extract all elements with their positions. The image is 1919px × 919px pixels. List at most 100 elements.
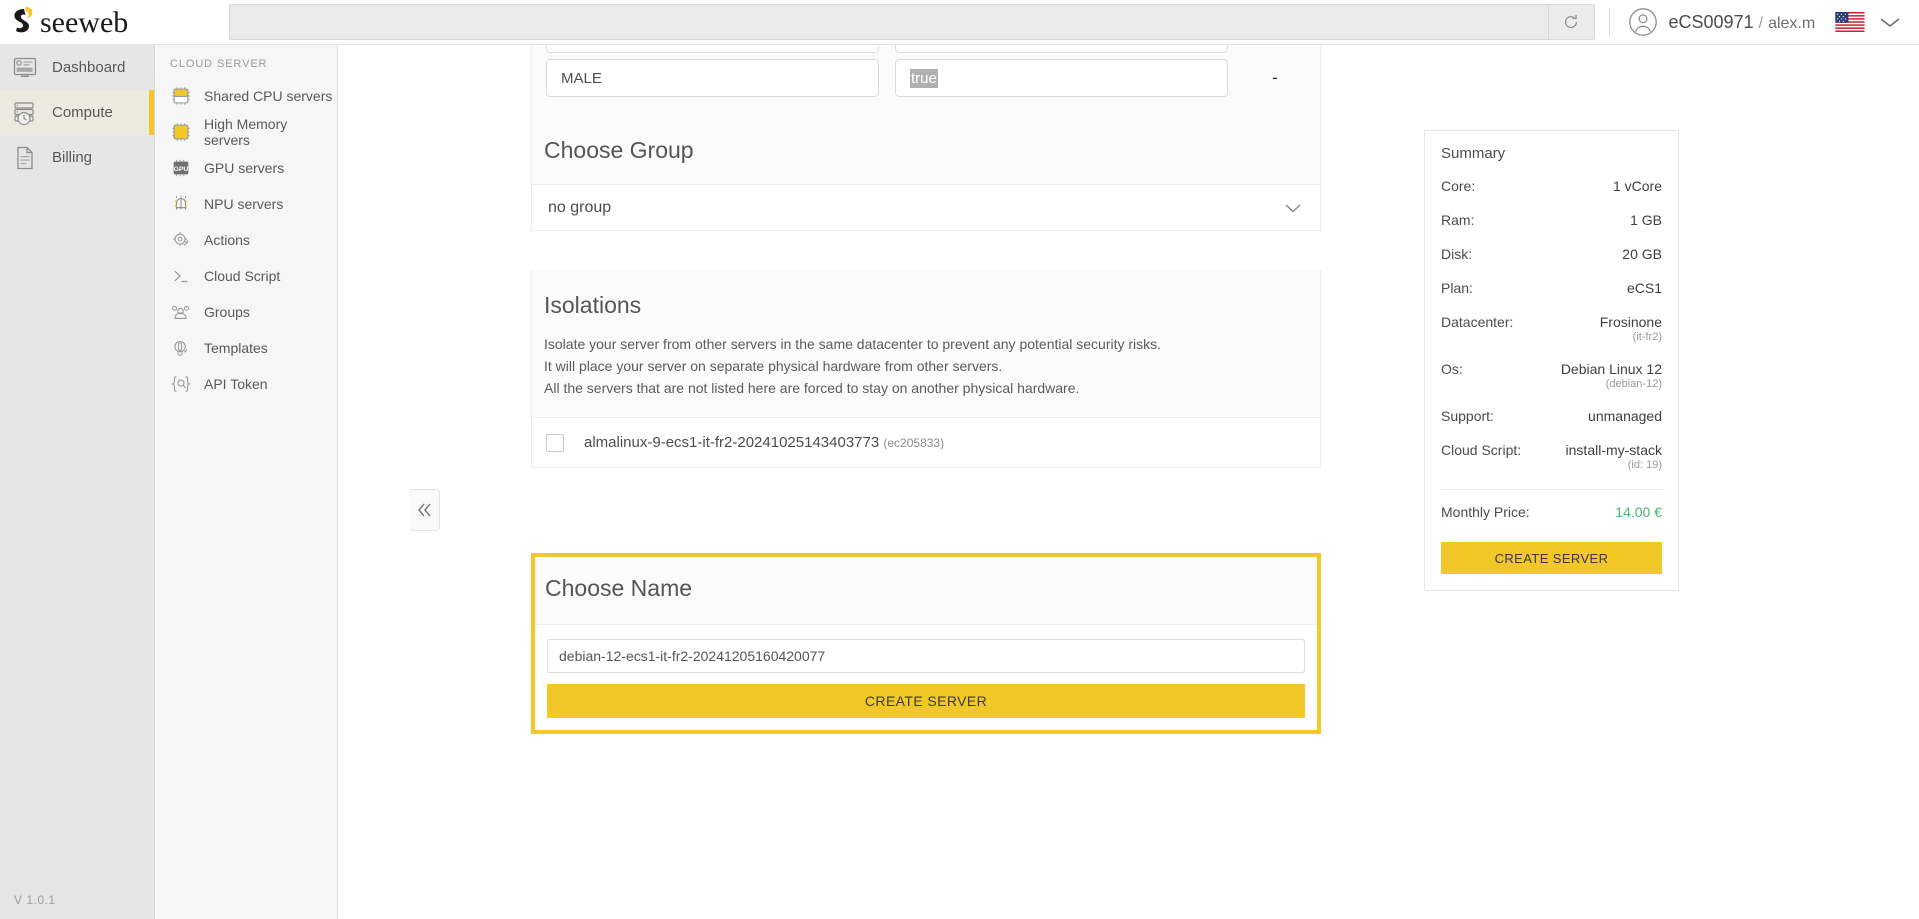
create-server-button-main[interactable]: CREATE SERVER — [547, 684, 1305, 718]
account-separator: / — [1758, 14, 1764, 32]
choose-group-heading: Choose Group — [544, 137, 694, 163]
sidebar-item-billing[interactable]: Billing — [0, 135, 154, 180]
chevron-down-icon — [1285, 203, 1301, 213]
summary-key: Os: — [1441, 361, 1463, 377]
summary-row-support: Support: unmanaged — [1441, 408, 1662, 424]
summary-value: install-my-stack (id: 19) — [1566, 442, 1662, 471]
group-select[interactable]: no group — [532, 184, 1320, 230]
isolation-row[interactable]: almalinux-9-ecs1-it-fr2-2024102514340377… — [532, 417, 1320, 467]
app-version: V 1.0.1 — [14, 893, 56, 907]
sidebar-item-label: Compute — [52, 104, 113, 121]
sidebar-item-compute[interactable]: Compute — [0, 90, 154, 135]
templates-icon — [174, 340, 188, 356]
choose-name-body: CREATE SERVER — [535, 624, 1317, 730]
summary-value-main: install-my-stack — [1565, 442, 1662, 458]
isolations-desc-line-3: All the servers that are not listed here… — [544, 380, 1080, 396]
form-row: MALE true - — [546, 59, 1306, 97]
top-bar: seeweb eCS00971 / alex.m — [0, 0, 1919, 45]
search-input[interactable] — [230, 5, 1548, 39]
refresh-button[interactable] — [1547, 5, 1594, 39]
gender-field[interactable]: MALE — [546, 59, 879, 97]
summary-value-main: Debian Linux 12 — [1560, 361, 1662, 377]
sidebar-item-label: Dashboard — [52, 59, 126, 76]
summary-value: 20 GB — [1622, 246, 1662, 262]
subnav-item-gpu-servers[interactable]: GPU GPU servers — [156, 150, 337, 186]
cpu-chip-icon — [172, 87, 190, 105]
subnav-item-label: High Memory servers — [204, 116, 288, 148]
summary-value: Frosinone (it-fr2) — [1600, 314, 1662, 343]
isolations-description: Isolate your server from other servers i… — [532, 333, 1320, 417]
isolation-server-name: almalinux-9-ecs1-it-fr2-2024102514340377… — [584, 434, 880, 451]
isolation-server-id: (ec205833) — [883, 436, 945, 450]
summary-divider — [1441, 489, 1662, 490]
subnav-item-label: Groups — [204, 304, 250, 320]
boolean-field-value: true — [910, 68, 938, 88]
partial-field-left[interactable] — [546, 45, 879, 53]
summary-row-price: Monthly Price: 14.00 € — [1441, 504, 1662, 520]
subnav-item-label: API Token — [204, 376, 268, 392]
summary-value: 1 GB — [1630, 212, 1662, 228]
boolean-field[interactable]: true — [895, 59, 1228, 97]
server-clock-icon — [14, 101, 34, 125]
chevron-down-icon[interactable] — [1877, 14, 1903, 30]
main-content: MALE true - Choose Group no group Isolat… — [339, 45, 1919, 919]
subnav-item-npu-servers[interactable]: NPU servers — [156, 186, 337, 222]
subnav-item-label: Cloud Script — [204, 268, 281, 284]
subnav-item-label: NPU servers — [204, 196, 284, 212]
remove-row-button[interactable]: - — [1244, 59, 1306, 97]
subnav-item-label: Shared CPU servers — [204, 88, 333, 104]
account-label: eCS00971 / alex.m — [1669, 12, 1816, 33]
summary-title: Summary — [1441, 145, 1506, 162]
account-user: alex.m — [1768, 14, 1816, 32]
isolations-desc-line-2: It will place your server on separate ph… — [544, 358, 1003, 374]
seeweb-logo-icon: seeweb — [14, 6, 128, 39]
sidebar-item-label: Billing — [52, 149, 93, 166]
create-server-button-summary[interactable]: CREATE SERVER — [1441, 542, 1662, 574]
terminal-icon — [174, 270, 188, 283]
summary-key: Ram: — [1441, 212, 1475, 228]
seeweb-logo[interactable]: seeweb — [0, 0, 189, 45]
isolations-heading: Isolations — [544, 292, 642, 318]
gender-field-value: MALE — [561, 69, 602, 87]
summary-key: Datacenter: — [1441, 314, 1514, 330]
subnav-item-label: Templates — [204, 340, 268, 356]
subnav-item-label: GPU servers — [204, 160, 285, 176]
subnav-item-templates[interactable]: Templates — [156, 330, 337, 366]
actions-gear-icon — [173, 232, 189, 247]
subnav-item-groups[interactable]: Groups — [156, 294, 337, 330]
summary-value: unmanaged — [1588, 408, 1662, 424]
groups-icon — [172, 305, 190, 319]
isolation-label: almalinux-9-ecs1-it-fr2-2024102514340377… — [584, 434, 944, 451]
summary-key: Cloud Script: — [1441, 442, 1522, 458]
isolation-checkbox[interactable] — [546, 433, 564, 452]
summary-value: Debian Linux 12 (debian-12) — [1561, 361, 1662, 390]
subnav-item-api-token[interactable]: API Token — [156, 366, 337, 402]
server-name-input[interactable] — [547, 639, 1305, 673]
memory-chip-icon — [172, 123, 190, 141]
partial-field-right[interactable] — [895, 45, 1228, 53]
sidebar-collapse-button[interactable] — [410, 489, 440, 531]
npu-icon — [174, 195, 188, 210]
sidebar-item-dashboard[interactable]: Dashboard — [0, 45, 154, 90]
summary-card: Summary Core: 1 vCore Ram: 1 GB Disk: 20… — [1424, 130, 1679, 591]
subnav-item-shared-cpu-servers[interactable]: Shared CPU servers — [156, 78, 337, 114]
summary-row-ram: Ram: 1 GB — [1441, 212, 1662, 228]
gpu-icon: GPU — [174, 159, 189, 177]
us-flag-icon[interactable] — [1835, 12, 1865, 32]
choose-group-section: Choose Group no group — [531, 115, 1321, 231]
price-value: 14.00 € — [1615, 504, 1662, 520]
dashboard-icon — [13, 57, 37, 77]
subnav-item-high-memory-servers[interactable]: High Memory servers — [156, 114, 337, 150]
account-id: eCS00971 — [1668, 11, 1754, 32]
summary-value-main: Frosinone — [1599, 314, 1662, 330]
summary-row-plan: Plan: eCS1 — [1441, 280, 1662, 296]
account-menu[interactable]: eCS00971 / alex.m — [1628, 7, 1816, 37]
svg-text:GPU: GPU — [174, 166, 189, 173]
summary-row-cloud-script: Cloud Script: install-my-stack (id: 19) — [1441, 442, 1662, 471]
subnav-item-label: Actions — [204, 232, 250, 248]
subnav-item-cloud-script[interactable]: Cloud Script — [156, 258, 337, 294]
subnav-item-actions[interactable]: Actions — [156, 222, 337, 258]
primary-sidebar: Dashboard Compute Billing V 1.0.1 — [0, 45, 155, 919]
global-search[interactable] — [229, 4, 1595, 40]
choose-name-section: Choose Name CREATE SERVER — [531, 553, 1321, 734]
